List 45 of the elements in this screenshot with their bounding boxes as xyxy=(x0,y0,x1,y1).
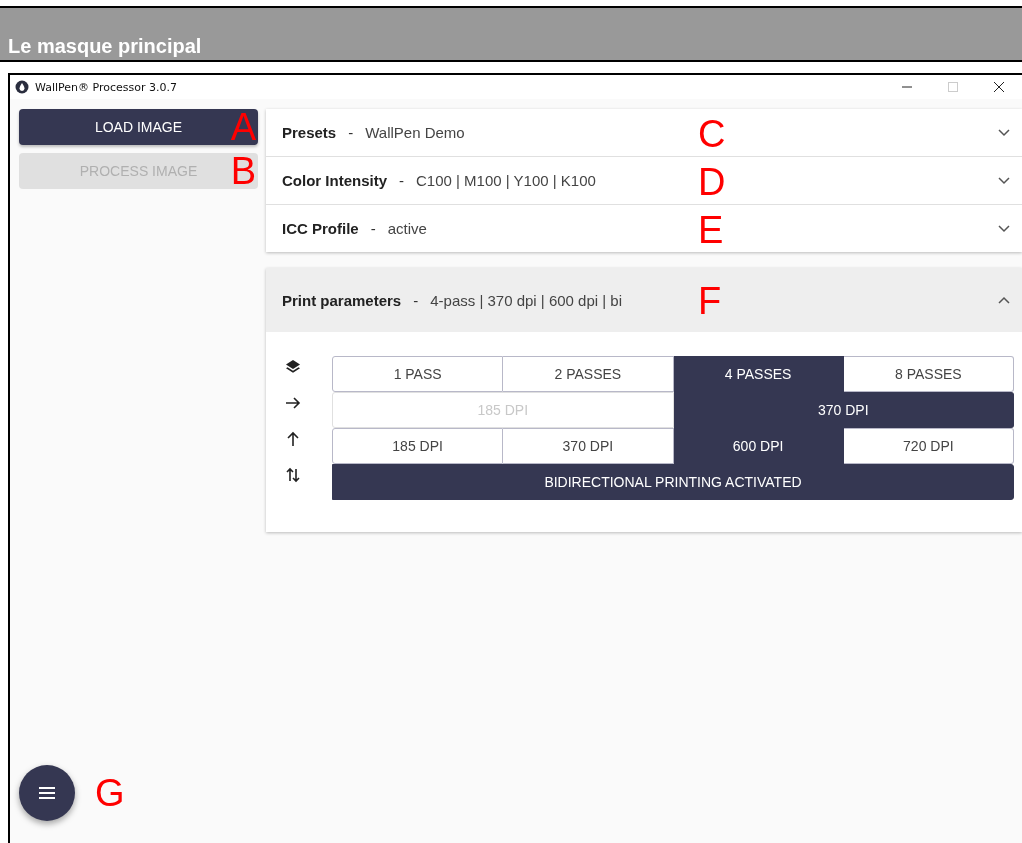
menu-icon xyxy=(39,787,55,799)
panel-header[interactable]: ICC Profile - active E xyxy=(266,205,1022,252)
drop-icon xyxy=(15,80,29,94)
annotation-letter: D xyxy=(698,163,726,201)
panel-header[interactable]: Print parameters - 4-pass | 370 dpi | 600 dpi | bi F xyxy=(266,268,1022,332)
chevron-down-icon[interactable] xyxy=(998,176,1010,185)
annotation-letter: A xyxy=(230,108,256,146)
option-button[interactable]: 2 PASSES xyxy=(503,356,674,392)
option-button[interactable]: 185 DPI xyxy=(332,428,504,464)
option-button[interactable]: 370 DPI xyxy=(503,428,674,464)
panel-summary: WallPen Demo xyxy=(365,124,465,141)
option-button[interactable]: 4 PASSES xyxy=(673,356,844,392)
window-title: WallPen® Processor 3.0.7 xyxy=(35,80,177,94)
annotation-letter: F xyxy=(698,282,722,320)
panel-header[interactable]: Presets - WallPen Demo C xyxy=(266,109,1022,156)
panel-summary: active xyxy=(387,220,427,237)
up-down-arrows-icon xyxy=(284,466,302,484)
option-button[interactable]: 720 DPI xyxy=(843,428,1014,464)
menu-button[interactable] xyxy=(19,765,75,821)
separator-dash: - xyxy=(348,124,354,141)
separator-dash: - xyxy=(370,220,376,237)
panel-summary: 4-pass | 370 dpi | 600 dpi | bi xyxy=(430,291,623,309)
annotation-letter: G xyxy=(95,774,125,812)
option-button[interactable]: 370 DPI xyxy=(673,392,1014,428)
option-button[interactable]: 1 PASS xyxy=(332,356,504,392)
panel-title: Presets xyxy=(282,124,337,141)
close-icon xyxy=(994,82,1004,92)
panel-title: Print parameters xyxy=(282,291,402,309)
chevron-down-icon[interactable] xyxy=(998,128,1010,137)
panel-header[interactable]: Color Intensity - C100 | M100 | Y100 | K100 D xyxy=(266,157,1022,204)
annotation-letter: C xyxy=(698,115,726,153)
separator-dash: - xyxy=(399,172,404,189)
panel-summary: C100 | M100 | Y100 | K100 xyxy=(416,172,596,189)
option-button[interactable]: 8 PASSES xyxy=(843,356,1014,392)
separator-dash: - xyxy=(413,291,419,309)
option-button[interactable]: 600 DPI xyxy=(673,428,844,464)
maximize-icon xyxy=(948,82,958,92)
panel-title: ICC Profile xyxy=(282,220,359,237)
chevron-down-icon[interactable] xyxy=(998,224,1010,233)
annotation-letter: E xyxy=(698,211,724,249)
page-heading: Le masque principal xyxy=(0,6,1022,62)
chevron-up-icon[interactable] xyxy=(998,296,1010,304)
option-button[interactable]: BIDIRECTIONAL PRINTING ACTIVATED xyxy=(332,464,1014,500)
annotation-letter: B xyxy=(230,152,256,190)
panel-title: Color Intensity xyxy=(282,172,387,189)
